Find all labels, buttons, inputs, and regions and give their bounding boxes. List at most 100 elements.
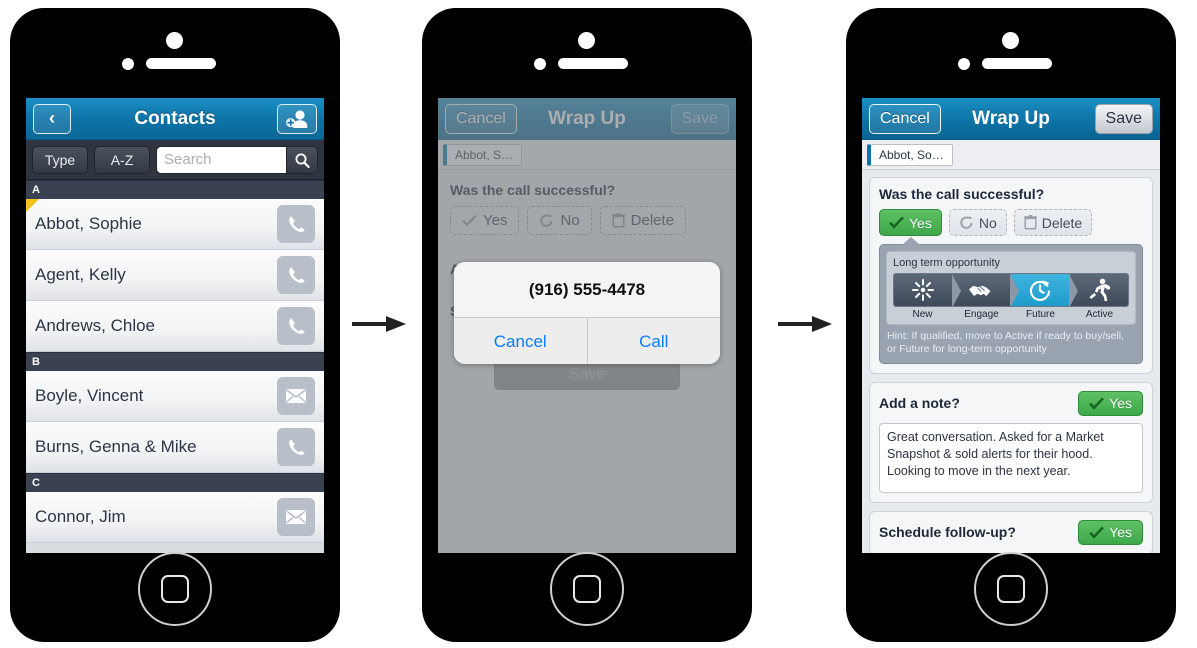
- dialog-phone-number: (916) 555-4478: [454, 262, 720, 317]
- check-icon: [1089, 397, 1105, 410]
- arrow-shaft: [352, 322, 390, 326]
- note-yes-toggle[interactable]: Yes: [1078, 390, 1143, 416]
- answer-delete-button[interactable]: Delete: [1013, 209, 1093, 236]
- wrapup-phone: Cancel Wrap Up Save Abbot, So… Was the c…: [846, 8, 1176, 642]
- email-contact-button[interactable]: [277, 377, 315, 415]
- earpiece-speaker-icon: [558, 58, 628, 69]
- search-bar: Search: [156, 145, 318, 174]
- note-question: Add a note?: [879, 395, 960, 412]
- search-input[interactable]: Search: [156, 145, 286, 174]
- proximity-sensor-icon: [122, 58, 134, 70]
- search-icon: [295, 153, 310, 168]
- followup-yes-toggle[interactable]: Yes: [1078, 519, 1143, 545]
- contact-name: Connor, Jim: [35, 507, 126, 526]
- filter-type-button[interactable]: Type: [32, 145, 88, 174]
- section-header: B: [26, 352, 324, 371]
- list-item[interactable]: Burns, Genna & Mike: [26, 422, 324, 473]
- breadcrumb[interactable]: Abbot, So…: [867, 143, 953, 166]
- wrapup-dimmed-screen: Cancel Wrap Up Save Abbot, S… Was the ca…: [438, 98, 736, 553]
- contact-name: Agent, Kelly: [35, 265, 126, 284]
- arrow-head-icon: [386, 316, 406, 332]
- answer-yes-button[interactable]: Yes: [879, 209, 942, 236]
- trash-icon: [1023, 215, 1037, 230]
- contacts-list[interactable]: A Abbot, Sophie Agent, Kelly Andrews, Ch…: [26, 180, 324, 543]
- home-button[interactable]: [974, 552, 1048, 626]
- followup-yes-label: Yes: [1109, 524, 1132, 541]
- list-item[interactable]: Abbot, Sophie: [26, 199, 324, 250]
- contacts-phone: ‹ Contacts Type A-Z Search A Abbot, Soph…: [10, 8, 340, 642]
- answer-yes-label: Yes: [909, 214, 932, 231]
- phone-icon: [289, 318, 305, 335]
- call-confirm-phone: Cancel Wrap Up Save Abbot, S… Was the ca…: [422, 8, 752, 642]
- note-card-header: Add a note? Yes: [879, 390, 1143, 416]
- undo-icon: [960, 215, 973, 229]
- answer-delete-label: Delete: [1041, 214, 1083, 231]
- phone-top-hardware: [422, 32, 752, 74]
- stage-selector: Long term opportunity New Engage Future …: [879, 237, 1143, 364]
- list-item[interactable]: Connor, Jim: [26, 492, 324, 543]
- breadcrumb-bar: Abbot, So…: [862, 140, 1160, 170]
- front-camera-icon: [1002, 32, 1019, 49]
- contact-name: Abbot, Sophie: [35, 214, 142, 233]
- list-item[interactable]: Boyle, Vincent: [26, 371, 324, 422]
- answer-no-label: No: [978, 214, 997, 231]
- dialog-call-button[interactable]: Call: [588, 318, 721, 364]
- stage-active-button[interactable]: [1069, 274, 1128, 306]
- flow-arrow-1: [352, 316, 406, 332]
- arrow-shaft: [778, 322, 816, 326]
- call-contact-button[interactable]: [277, 205, 315, 243]
- flow-arrow-2: [778, 316, 832, 332]
- contact-name: Boyle, Vincent: [35, 386, 144, 405]
- note-yes-label: Yes: [1109, 395, 1132, 412]
- arrow-head-icon: [812, 316, 832, 332]
- call-success-card: Was the call successful? Yes No Delete L…: [869, 177, 1153, 374]
- add-contact-button[interactable]: [277, 104, 317, 134]
- followup-card-header: Schedule follow-up? Yes: [879, 519, 1143, 545]
- stage-inner: Long term opportunity New Engage Future …: [886, 251, 1136, 325]
- call-contact-button[interactable]: [277, 307, 315, 345]
- dialog-actions: Cancel Call: [454, 317, 720, 364]
- call-success-choices: Yes No: [879, 209, 1143, 236]
- stage-icon-row: [893, 273, 1129, 307]
- sort-az-button[interactable]: A-Z: [94, 145, 150, 174]
- phone-icon: [289, 216, 305, 233]
- stage-hint: Hint: If qualified, move to Active if re…: [887, 330, 1124, 356]
- section-header: A: [26, 180, 324, 199]
- call-success-question: Was the call successful?: [879, 186, 1045, 202]
- stage-future-button[interactable]: [1011, 274, 1077, 306]
- section-header: C: [26, 473, 324, 492]
- add-contact-icon: [286, 110, 308, 128]
- wrapup-body: Was the call successful? Yes No: [862, 170, 1160, 553]
- contact-name: Andrews, Chloe: [35, 316, 156, 335]
- callout-caret-icon: [902, 237, 920, 245]
- home-square-icon: [161, 575, 189, 603]
- stage-label: Long term opportunity: [893, 257, 1001, 269]
- save-button[interactable]: Save: [1094, 104, 1153, 134]
- list-item[interactable]: Agent, Kelly: [26, 250, 324, 301]
- front-camera-icon: [578, 32, 595, 49]
- list-item[interactable]: Andrews, Chloe: [26, 301, 324, 352]
- stage-new-button[interactable]: [894, 274, 960, 306]
- call-contact-button[interactable]: [277, 256, 315, 294]
- flag-marker-icon: [26, 199, 39, 212]
- contact-name: Burns, Genna & Mike: [35, 437, 197, 456]
- answer-no-button[interactable]: No: [948, 209, 1007, 236]
- screenshot-stage: ‹ Contacts Type A-Z Search A Abbot, Soph…: [0, 0, 1197, 648]
- dialog-cancel-button[interactable]: Cancel: [454, 318, 588, 364]
- envelope-icon: [286, 510, 306, 524]
- contacts-screen: ‹ Contacts Type A-Z Search A Abbot, Soph…: [26, 98, 324, 553]
- note-textarea[interactable]: Great conversation. Asked for a Market S…: [879, 422, 1143, 493]
- phone-icon: [289, 439, 305, 456]
- stage-name-new: New: [912, 309, 933, 320]
- phone-top-hardware: [846, 32, 1176, 74]
- front-camera-icon: [166, 32, 183, 49]
- home-square-icon: [573, 575, 601, 603]
- stage-engage-button[interactable]: [952, 274, 1019, 306]
- call-contact-button[interactable]: [277, 428, 315, 466]
- phone-top-hardware: [10, 32, 340, 74]
- search-button[interactable]: [286, 145, 318, 174]
- home-button[interactable]: [138, 552, 212, 626]
- email-contact-button[interactable]: [277, 498, 315, 536]
- followup-card: Schedule follow-up? Yes: [869, 510, 1153, 553]
- home-button[interactable]: [550, 552, 624, 626]
